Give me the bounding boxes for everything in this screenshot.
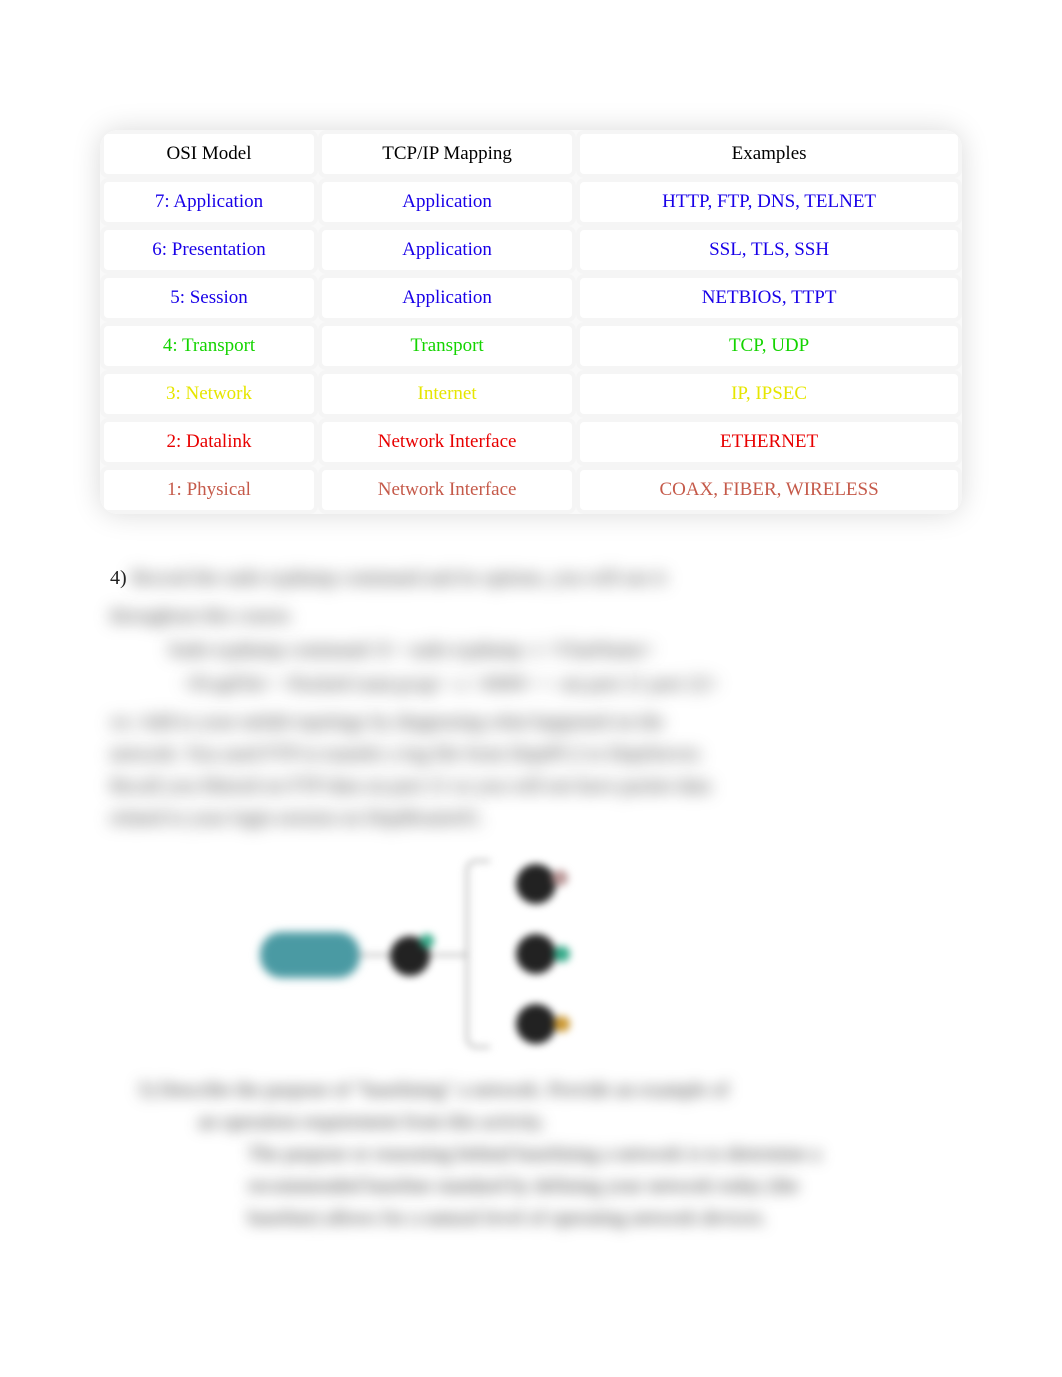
table-header-row: OSI Model TCP/IP Mapping Examples [100, 130, 962, 178]
table-row: 2: Datalink Network Interface ETHERNET [100, 418, 962, 466]
cell-tcpip: Application [318, 178, 576, 226]
q5-sub1: The purpose or reasoning behind baselini… [138, 1138, 962, 1170]
q5-line2: an operation requirement from this activ… [138, 1106, 962, 1138]
server-icon [516, 1004, 556, 1044]
server-badge-icon [552, 870, 568, 886]
question-5-block: 5) Describe the purpose of "baselining" … [100, 1074, 962, 1234]
q5-sub3: baseline) allows for a natural level of … [138, 1202, 962, 1234]
q4-para4: related to your login session on DeptRou… [110, 802, 952, 834]
router-badge-icon [420, 934, 434, 948]
server-badge-icon [554, 946, 570, 962]
cell-tcpip: Network Interface [318, 466, 576, 514]
q4-bullet-b: <PcapFile> <PacketCount.pcap> -c <####> … [110, 668, 952, 700]
cell-examples: NETBIOS, TTPT [576, 274, 962, 322]
cell-examples: ETHERNET [576, 418, 962, 466]
q4-para1: xx: Add to your netlab topology by diagn… [110, 706, 952, 738]
server-icon [516, 864, 556, 904]
connector-line [358, 954, 392, 956]
q5-line1: 5) Describe the purpose of "baselining" … [138, 1074, 962, 1106]
col-header-tcpip: TCP/IP Mapping [318, 130, 576, 178]
cell-tcpip: Network Interface [318, 418, 576, 466]
table-row: 7: Application Application HTTP, FTP, DN… [100, 178, 962, 226]
cell-tcpip: Application [318, 226, 576, 274]
cell-tcpip: Internet [318, 370, 576, 418]
bracket-icon [466, 860, 490, 1048]
cell-examples: COAX, FIBER, WIRELESS [576, 466, 962, 514]
table-row: 6: Presentation Application SSL, TLS, SS… [100, 226, 962, 274]
cell-osi: 5: Session [100, 274, 318, 322]
table-row: 5: Session Application NETBIOS, TTPT [100, 274, 962, 322]
cell-examples: IP, IPSEC [576, 370, 962, 418]
cell-osi: 3: Network [100, 370, 318, 418]
table-row: 4: Transport Transport TCP, UDP [100, 322, 962, 370]
osi-tcpip-table: OSI Model TCP/IP Mapping Examples 7: App… [100, 130, 962, 514]
q4-number: 4) [110, 567, 127, 589]
q4-para3: Recall you filtered on FTP data on port … [110, 770, 952, 802]
cell-osi: 4: Transport [100, 322, 318, 370]
cell-osi: 6: Presentation [100, 226, 318, 274]
cell-osi: 2: Datalink [100, 418, 318, 466]
cell-examples: TCP, UDP [576, 322, 962, 370]
cell-osi: 1: Physical [100, 466, 318, 514]
col-header-examples: Examples [576, 130, 962, 178]
cell-tcpip: Transport [318, 322, 576, 370]
q4-bullet-a: Sudo tcpdump command: $ > sudo tcpdump -… [110, 634, 952, 666]
server-badge-icon [554, 1016, 570, 1032]
q4-text2: throughout this course. [110, 600, 952, 632]
question-4-block: 4) Record the sudo tcpdump command and i… [100, 562, 962, 834]
cell-examples: HTTP, FTP, DNS, TELNET [576, 178, 962, 226]
q5-sub2: recommended baseline standard by definin… [138, 1170, 962, 1202]
table-row: 1: Physical Network Interface COAX, FIBE… [100, 466, 962, 514]
cell-examples: SSL, TLS, SSH [576, 226, 962, 274]
q4-text: Record the sudo tcpdump command and its … [132, 567, 666, 589]
connector-line [430, 954, 466, 956]
cell-osi: 7: Application [100, 178, 318, 226]
col-header-osi: OSI Model [100, 130, 318, 178]
cloud-icon [260, 932, 360, 978]
q4-para2: network. You used FTP to transfer a log … [110, 738, 952, 770]
table-row: 3: Network Internet IP, IPSEC [100, 370, 962, 418]
cell-tcpip: Application [318, 274, 576, 322]
network-diagram [240, 854, 580, 1054]
server-icon [516, 934, 556, 974]
